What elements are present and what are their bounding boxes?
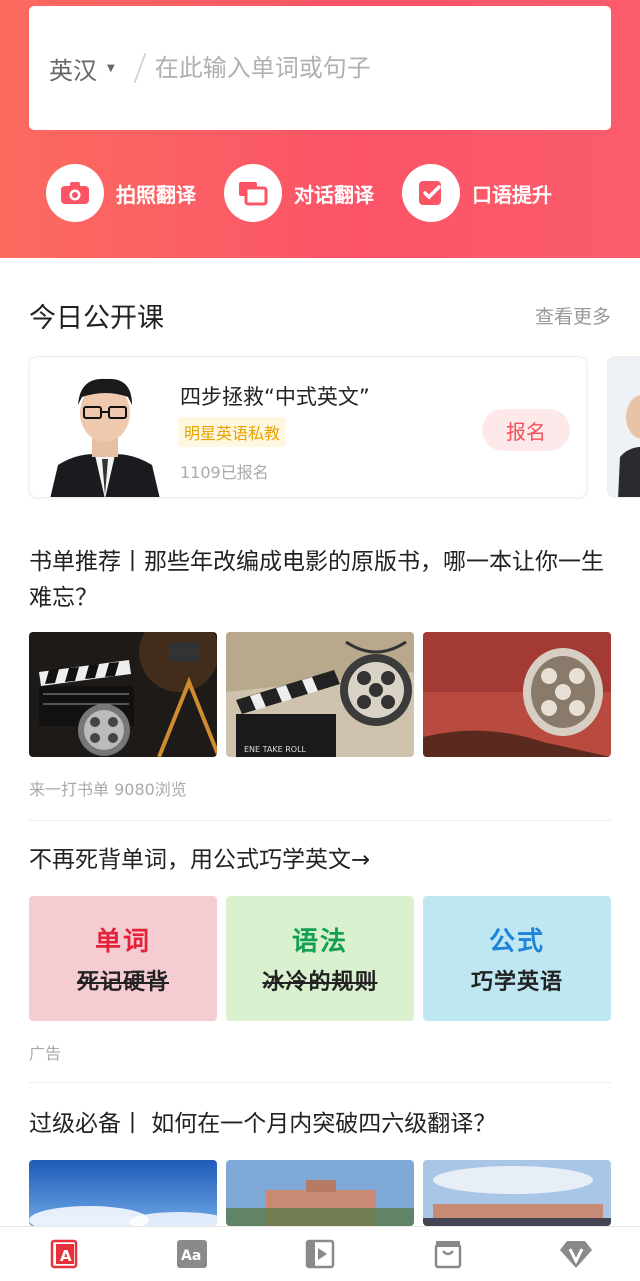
- search-box[interactable]: 英汉 ▼: [29, 6, 611, 130]
- camera-icon: [46, 164, 104, 222]
- header-banner: 英汉 ▼ 拍照翻译 对话翻译 口语提升: [0, 0, 640, 258]
- nav-words[interactable]: Aa: [172, 1234, 212, 1274]
- ad-label: 广告: [29, 1044, 62, 1063]
- shop-bag-icon: [434, 1241, 462, 1269]
- thumbnail-image: [29, 1160, 217, 1226]
- svg-text:A: A: [60, 1247, 72, 1265]
- section-title: 今日公开课: [29, 303, 164, 334]
- video-course-icon: [305, 1239, 335, 1269]
- ad-cards[interactable]: 单词 死记硬背 语法 冰冷的规则 公式 巧学英语: [29, 896, 611, 1021]
- speaking-improve-button[interactable]: 口语提升: [402, 164, 552, 222]
- language-label: 英汉: [49, 56, 97, 85]
- language-selector[interactable]: 英汉 ▼: [49, 51, 115, 86]
- divider: [29, 1082, 611, 1083]
- caret-down-icon: ▼: [107, 62, 115, 74]
- divider-slash: [133, 53, 147, 83]
- dialogue-translate-button[interactable]: 对话翻译: [224, 164, 374, 222]
- ad-card-words: 单词 死记硬背: [29, 896, 217, 1021]
- dictionary-icon: A: [50, 1239, 78, 1269]
- article-thumbnails[interactable]: ENE TAKE ROLL: [29, 632, 611, 757]
- thumbnail-image: [226, 1160, 414, 1226]
- svg-text:ENE TAKE ROLL: ENE TAKE ROLL: [244, 745, 307, 754]
- signup-button[interactable]: 报名: [482, 409, 570, 451]
- nav-vip[interactable]: [556, 1234, 596, 1274]
- signup-count: 1109已报名: [180, 463, 269, 482]
- card-title: 单词: [94, 927, 151, 957]
- bottom-nav: A Aa: [0, 1226, 640, 1281]
- svg-text:Aa: Aa: [181, 1248, 201, 1264]
- action-label: 对话翻译: [294, 182, 374, 207]
- article-title[interactable]: 过级必备丨 如何在一个月内突破四六级翻译？: [29, 1106, 619, 1142]
- article-thumbnails[interactable]: [29, 1160, 611, 1226]
- ad-card-grammar: 语法 冰冷的规则: [226, 896, 414, 1021]
- course-tag: 明星英语私教: [178, 417, 287, 447]
- thumbnail-image: [423, 1160, 611, 1226]
- search-input[interactable]: [154, 54, 535, 82]
- article-title[interactable]: 书单推荐丨那些年改编成电影的原版书，哪一本让你一生难忘？: [29, 544, 619, 616]
- course-card[interactable]: 四步拯救“中式英文” 明星英语私教 1109已报名 报名: [29, 356, 587, 498]
- card-title: 公式: [488, 927, 545, 957]
- quick-actions: 拍照翻译 对话翻译 口语提升: [46, 164, 580, 222]
- article-meta: 来一打书单 9080浏览: [29, 780, 187, 799]
- teacher-photo: [40, 363, 170, 497]
- open-class-header: 今日公开课 查看更多: [29, 296, 611, 335]
- nav-video[interactable]: [300, 1234, 340, 1274]
- nav-dictionary[interactable]: A: [44, 1234, 84, 1274]
- vip-icon: [560, 1241, 592, 1268]
- nav-shop[interactable]: [428, 1234, 468, 1274]
- divider: [29, 820, 611, 821]
- word-book-icon: Aa: [177, 1240, 207, 1268]
- dialogue-icon: [224, 164, 282, 222]
- action-label: 拍照翻译: [116, 182, 196, 207]
- ad-card-formula: 公式 巧学英语: [423, 896, 611, 1021]
- speaking-check-icon: [402, 164, 460, 222]
- card-subtitle: 死记硬背: [76, 970, 169, 995]
- card-title: 语法: [291, 927, 348, 957]
- thumbnail-image: [29, 632, 217, 757]
- course-title: 四步拯救“中式英文”: [180, 385, 370, 409]
- action-label: 口语提升: [472, 182, 552, 207]
- photo-translate-button[interactable]: 拍照翻译: [46, 164, 196, 222]
- see-more-link[interactable]: 查看更多: [535, 302, 611, 329]
- next-course-card[interactable]: [607, 356, 640, 498]
- ad-title[interactable]: 不再死背单词，用公式巧学英文→: [29, 842, 619, 878]
- thumbnail-image: ENE TAKE ROLL: [226, 632, 414, 757]
- card-subtitle: 冰冷的规则: [262, 970, 378, 995]
- card-subtitle: 巧学英语: [470, 970, 563, 995]
- thumbnail-image: [423, 632, 611, 757]
